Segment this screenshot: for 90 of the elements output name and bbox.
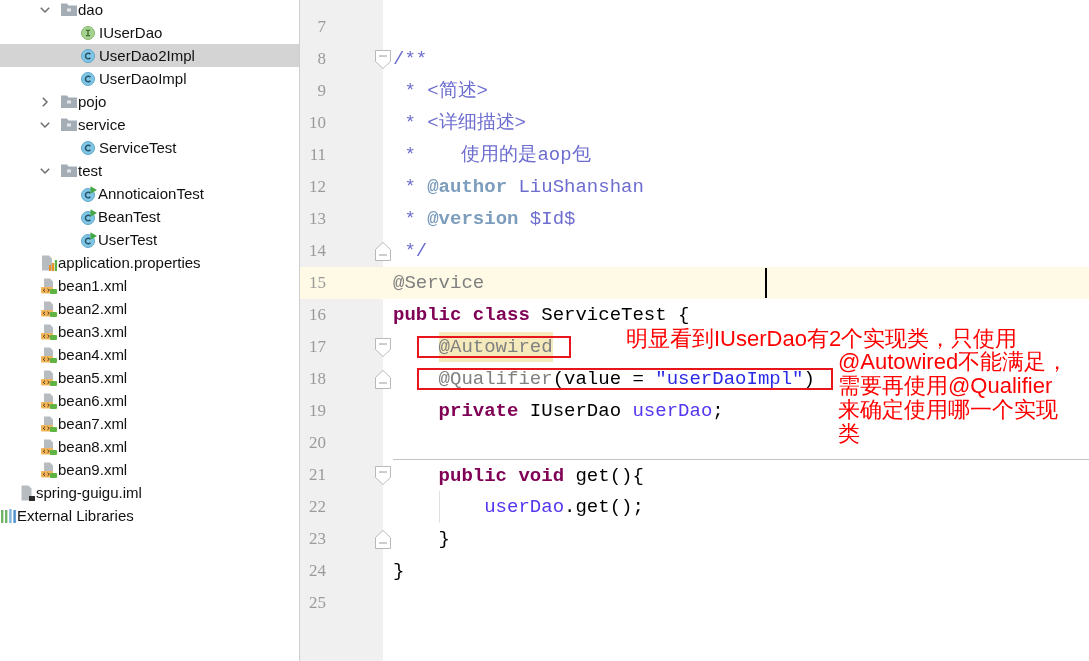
module-file-icon: [21, 484, 35, 501]
annotation-note: 明显看到IUserDao有2个实现类，只使用: [626, 327, 1018, 351]
tree-item[interactable]: pojo: [61, 92, 107, 111]
xml-file-icon: [41, 369, 57, 386]
code-line: public class ServiceTest {: [393, 303, 690, 328]
tree-item[interactable]: bean9.xml: [41, 460, 128, 479]
line-number: 12: [308, 177, 326, 197]
tree-item[interactable]: External Libraries: [1, 506, 134, 525]
xml-file-icon: [41, 277, 57, 294]
tree-item[interactable]: bean7.xml: [41, 414, 128, 433]
code-line: }: [438, 527, 450, 552]
xml-file-icon: [41, 415, 57, 432]
line-number: 18: [308, 369, 326, 389]
xml-file-icon: [41, 346, 57, 363]
line-number: 16: [308, 305, 326, 325]
folder-icon: [61, 118, 77, 131]
line-number: 21: [308, 465, 326, 485]
tree-item[interactable]: test: [61, 161, 103, 180]
tree-item[interactable]: UserDao2Impl: [81, 46, 195, 65]
xml-file-icon: [41, 392, 57, 409]
annotation-note: @Autowired不能满足，需要再使用@Qualifier来确定使用哪一个实现类: [838, 350, 1070, 446]
class-icon: [81, 140, 95, 155]
chevron-down-icon[interactable]: [40, 4, 50, 15]
code-line: * <详细描述>: [404, 111, 526, 136]
line-number: 19: [308, 401, 326, 421]
code-line: */: [404, 239, 428, 264]
tree-item[interactable]: UserTest: [81, 230, 158, 249]
line-number: 10: [308, 113, 326, 133]
class-icon: [81, 71, 95, 86]
line-number: 7: [316, 17, 326, 37]
fold-icon[interactable]: [375, 466, 391, 485]
tree-item[interactable]: bean2.xml: [41, 299, 128, 318]
folder-icon: [61, 164, 77, 177]
line-number: 13: [308, 209, 326, 229]
line-number: 25: [308, 593, 326, 613]
code-line: * @author LiuShanshan: [404, 175, 644, 200]
code-line: /**: [393, 47, 428, 72]
line-number: 11: [308, 145, 326, 165]
code-line: }: [393, 559, 405, 584]
text-cursor: [765, 268, 767, 298]
line-number: 17: [308, 337, 326, 357]
library-icon: [1, 508, 16, 523]
chevron-down-icon[interactable]: [40, 165, 50, 176]
chevron-down-icon[interactable]: [40, 119, 50, 130]
line-number: 9: [316, 81, 326, 101]
line-number: 24: [308, 561, 326, 581]
code-line: @Qualifier(value = "userDaoImpl"): [438, 367, 815, 392]
code-line: * 使用的是aop包: [404, 143, 591, 168]
line-number: 15: [308, 273, 326, 293]
tree-item[interactable]: spring-guigu.iml: [21, 483, 142, 502]
line-number: 22: [308, 497, 326, 517]
tree-item[interactable]: ServiceTest: [81, 138, 177, 157]
tree-item[interactable]: application.properties: [41, 253, 201, 272]
fold-icon[interactable]: [375, 338, 391, 357]
chevron-right-icon[interactable]: [40, 96, 50, 107]
tree-item[interactable]: bean5.xml: [41, 368, 128, 387]
interface-icon: [81, 25, 95, 40]
xml-file-icon: [41, 438, 57, 455]
tree-item[interactable]: bean4.xml: [41, 345, 128, 364]
test-class-icon: [81, 231, 97, 248]
code-line: @Service: [393, 271, 485, 296]
fold-icon[interactable]: [375, 50, 391, 69]
xml-file-icon: [41, 323, 57, 340]
tree-item[interactable]: AnnoticaionTest: [81, 184, 204, 203]
code-line: private IUserDao userDao;: [438, 399, 724, 424]
test-class-icon: [81, 208, 97, 225]
line-number: 14: [308, 241, 326, 261]
line-number: 20: [308, 433, 326, 453]
tree-item[interactable]: IUserDao: [81, 23, 163, 42]
code-line: * @version $Id$: [404, 207, 576, 232]
xml-file-icon: [41, 300, 57, 317]
tree-item[interactable]: bean6.xml: [41, 391, 128, 410]
class-icon: [81, 48, 95, 63]
tree-item[interactable]: bean8.xml: [41, 437, 128, 456]
xml-file-icon: [41, 461, 57, 478]
tree-item[interactable]: BeanTest: [81, 207, 161, 226]
line-number: 8: [316, 49, 326, 69]
tree-item[interactable]: UserDaoImpl: [81, 69, 187, 88]
code-line: userDao.get();: [484, 495, 644, 520]
code-line: * <简述>: [404, 79, 488, 104]
folder-icon: [61, 95, 77, 108]
line-number: 23: [308, 529, 326, 549]
tree-item[interactable]: dao: [61, 0, 104, 19]
tree-item[interactable]: bean3.xml: [41, 322, 128, 341]
test-class-icon: [81, 185, 97, 202]
tree-item[interactable]: service: [61, 115, 126, 134]
folder-icon: [61, 3, 77, 16]
properties-file-icon: [41, 254, 57, 271]
tree-item[interactable]: bean1.xml: [41, 276, 128, 295]
code-line: public void get(){: [438, 463, 644, 489]
